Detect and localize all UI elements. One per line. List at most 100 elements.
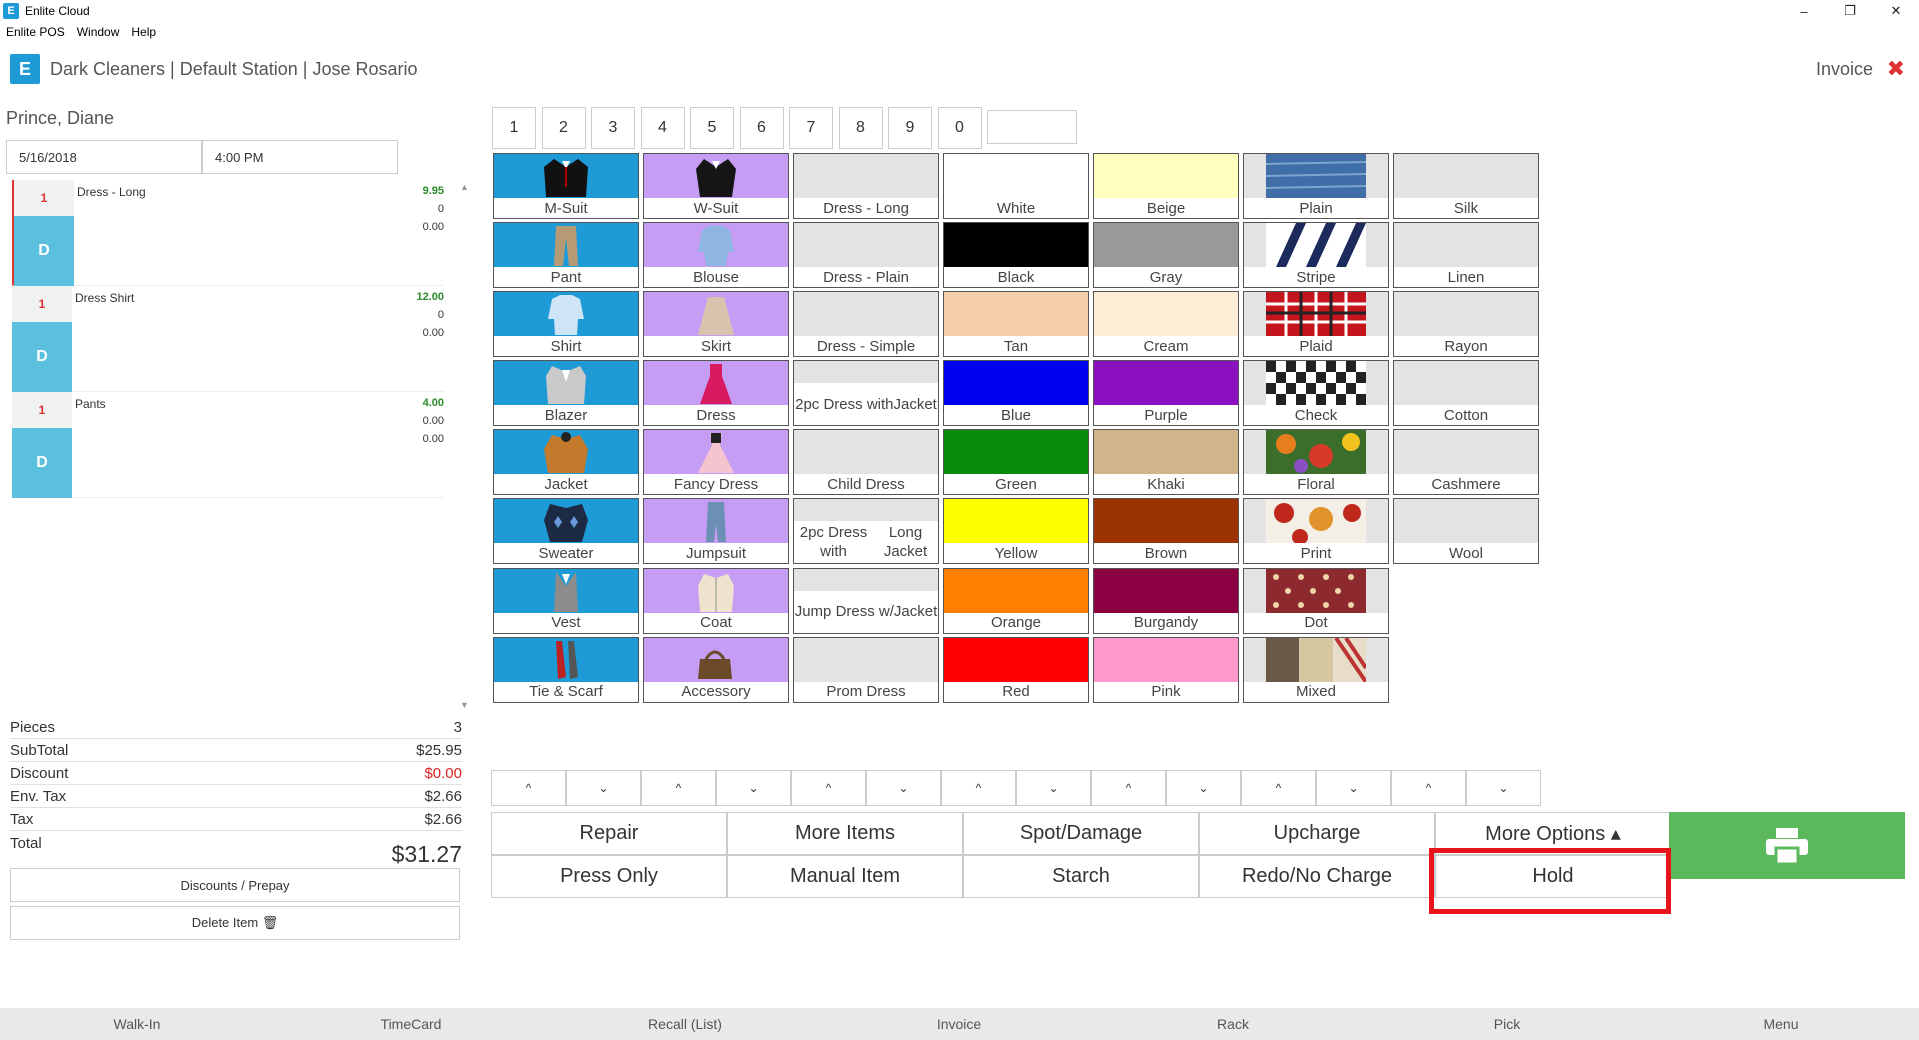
nav-recall-list[interactable]: Recall (List): [548, 1016, 822, 1032]
color-yellow[interactable]: Yellow: [943, 498, 1089, 565]
column-down-button[interactable]: ⌄: [566, 770, 641, 806]
fabric-rayon[interactable]: Rayon: [1393, 291, 1539, 358]
pattern-stripe[interactable]: Stripe: [1243, 222, 1389, 289]
color-gray[interactable]: Gray: [1093, 222, 1239, 289]
pattern-mixed[interactable]: Mixed: [1243, 636, 1389, 703]
column-down-button[interactable]: ⌄: [1166, 770, 1241, 806]
garment-vest[interactable]: Vest: [493, 567, 639, 634]
garment-w-suit[interactable]: W-Suit: [643, 153, 789, 219]
color-brown[interactable]: Brown: [1093, 498, 1239, 565]
column-down-button[interactable]: ⌄: [1466, 770, 1541, 806]
dress-type-2pc-jacket[interactable]: 2pc Dress with Jacket: [793, 360, 939, 427]
color-red[interactable]: Red: [943, 636, 1089, 703]
item-badge[interactable]: D: [14, 216, 74, 286]
discounts-prepay-button[interactable]: Discounts / Prepay: [10, 868, 460, 902]
color-blue[interactable]: Blue: [943, 360, 1089, 427]
pattern-dot[interactable]: Dot: [1243, 567, 1389, 634]
key-3[interactable]: 3: [591, 107, 635, 149]
scroll-up-icon[interactable]: ▲: [460, 182, 469, 192]
customer-name[interactable]: Prince, Diane: [6, 108, 114, 129]
garment-dress[interactable]: Dress: [643, 360, 789, 427]
nav-rack[interactable]: Rack: [1096, 1016, 1370, 1032]
maximize-button[interactable]: ❐: [1827, 0, 1873, 22]
nav-walk-in[interactable]: Walk-In: [0, 1016, 274, 1032]
dress-type-2pc-long-jacket[interactable]: 2pc Dress with Long Jacket: [793, 498, 939, 565]
garment-accessory[interactable]: Accessory: [643, 636, 789, 703]
dress-type-child-dress[interactable]: Child Dress: [793, 429, 939, 496]
dress-type-dress-simple[interactable]: Dress - Simple: [793, 291, 939, 358]
dress-type-dress-long[interactable]: Dress - Long: [793, 153, 939, 219]
item-qty[interactable]: 1: [12, 286, 72, 322]
quantity-input[interactable]: [987, 110, 1077, 144]
scroll-down-icon[interactable]: ▼: [460, 700, 469, 710]
garment-blouse[interactable]: Blouse: [643, 222, 789, 289]
menu-enlite-pos[interactable]: Enlite POS: [0, 25, 71, 39]
color-tan[interactable]: Tan: [943, 291, 1089, 358]
nav-menu[interactable]: Menu: [1644, 1016, 1918, 1032]
column-down-button[interactable]: ⌄: [1316, 770, 1391, 806]
key-7[interactable]: 7: [789, 107, 833, 149]
garment-m-suit[interactable]: M-Suit: [493, 153, 639, 219]
column-down-button[interactable]: ⌄: [866, 770, 941, 806]
spot-damage-button[interactable]: Spot/Damage: [963, 812, 1199, 855]
garment-skirt[interactable]: Skirt: [643, 291, 789, 358]
column-up-button[interactable]: ^: [791, 770, 866, 806]
pattern-floral[interactable]: Floral: [1243, 429, 1389, 496]
key-5[interactable]: 5: [690, 107, 734, 149]
column-up-button[interactable]: ^: [941, 770, 1016, 806]
time-field[interactable]: 4:00 PM: [202, 140, 398, 174]
more-items-button[interactable]: More Items: [727, 812, 963, 855]
fabric-linen[interactable]: Linen: [1393, 222, 1539, 289]
garment-jumpsuit[interactable]: Jumpsuit: [643, 498, 789, 565]
menu-window[interactable]: Window: [71, 25, 126, 39]
key-2[interactable]: 2: [541, 107, 586, 149]
print-button[interactable]: [1669, 812, 1905, 879]
key-6[interactable]: 6: [739, 107, 784, 149]
manual-item-button[interactable]: Manual Item: [727, 855, 963, 898]
garment-coat[interactable]: Coat: [643, 567, 789, 634]
press-only-button[interactable]: Press Only: [491, 855, 727, 898]
pattern-plaid[interactable]: Plaid: [1243, 291, 1389, 358]
dress-type-prom-dress[interactable]: Prom Dress: [793, 636, 939, 703]
garment-shirt[interactable]: Shirt: [493, 291, 639, 358]
column-up-button[interactable]: ^: [491, 770, 566, 806]
color-cream[interactable]: Cream: [1093, 291, 1239, 358]
minimize-button[interactable]: –: [1781, 0, 1827, 22]
nav-timecard[interactable]: TimeCard: [274, 1016, 548, 1032]
color-green[interactable]: Green: [943, 429, 1089, 496]
delete-item-button[interactable]: Delete Item 🗑: [10, 906, 460, 940]
list-item[interactable]: 1 D Pants 4.00 0.00 0.00: [12, 392, 444, 498]
color-black[interactable]: Black: [943, 222, 1089, 289]
color-khaki[interactable]: Khaki: [1093, 429, 1239, 496]
color-orange[interactable]: Orange: [943, 567, 1089, 634]
color-purple[interactable]: Purple: [1093, 360, 1239, 427]
column-up-button[interactable]: ^: [1241, 770, 1316, 806]
date-field[interactable]: 5/16/2018: [6, 140, 202, 174]
pattern-print[interactable]: Print: [1243, 498, 1389, 565]
garment-tie-scarf[interactable]: Tie & Scarf: [493, 636, 639, 703]
key-9[interactable]: 9: [888, 107, 932, 149]
garment-pant[interactable]: Pant: [493, 222, 639, 289]
garment-jacket[interactable]: Jacket: [493, 429, 639, 496]
dress-type-jump-dress[interactable]: Jump Dress w/Jacket: [793, 567, 939, 634]
pattern-plain[interactable]: Plain: [1243, 153, 1389, 219]
garment-fancy-dress[interactable]: Fancy Dress: [643, 429, 789, 496]
item-qty[interactable]: 1: [12, 392, 72, 428]
item-badge[interactable]: D: [12, 322, 72, 392]
fabric-cashmere[interactable]: Cashmere: [1393, 429, 1539, 496]
column-down-button[interactable]: ⌄: [1016, 770, 1091, 806]
item-qty[interactable]: 1: [14, 180, 74, 216]
list-item[interactable]: 1 D Dress - Long 9.95 0 0.00: [12, 180, 444, 286]
color-pink[interactable]: Pink: [1093, 636, 1239, 703]
menu-help[interactable]: Help: [125, 25, 162, 39]
upcharge-button[interactable]: Upcharge: [1199, 812, 1435, 855]
items-scrollbar[interactable]: ▲ ▼: [458, 180, 472, 710]
fabric-silk[interactable]: Silk: [1393, 153, 1539, 219]
fabric-cotton[interactable]: Cotton: [1393, 360, 1539, 427]
dress-type-dress-plain[interactable]: Dress - Plain: [793, 222, 939, 289]
repair-button[interactable]: Repair: [491, 812, 727, 855]
column-up-button[interactable]: ^: [1391, 770, 1466, 806]
column-down-button[interactable]: ⌄: [716, 770, 791, 806]
key-4[interactable]: 4: [640, 107, 685, 149]
garment-sweater[interactable]: Sweater: [493, 498, 639, 565]
